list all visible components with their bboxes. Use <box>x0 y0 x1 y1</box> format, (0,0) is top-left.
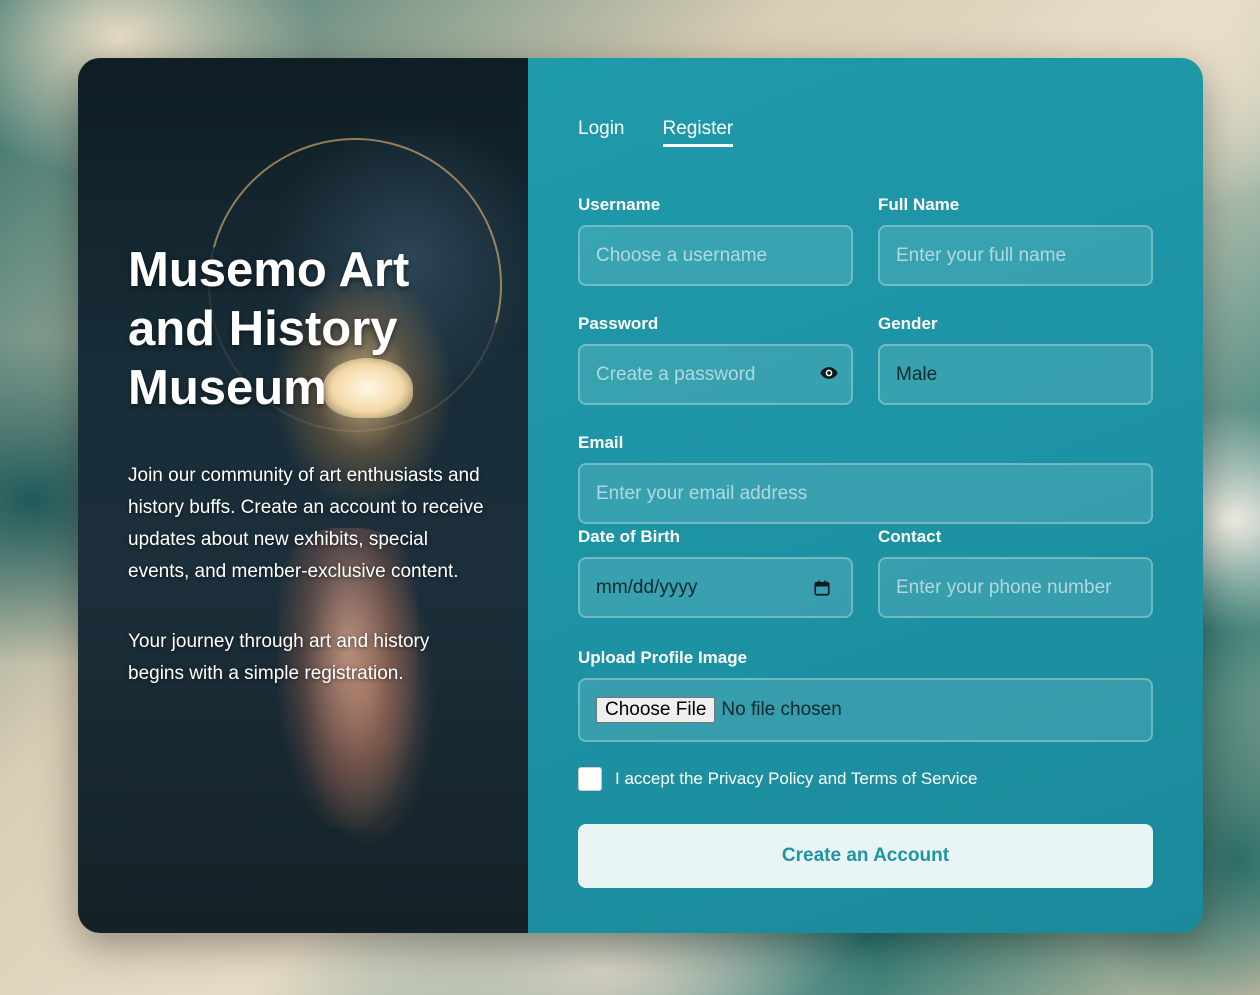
username-input[interactable]: Choose a username <box>578 225 853 286</box>
gender-label: Gender <box>878 314 938 333</box>
username-placeholder: Choose a username <box>596 244 768 266</box>
email-placeholder: Enter your email address <box>596 482 808 504</box>
contact-placeholder: Enter your phone number <box>896 576 1112 598</box>
email-label: Email <box>578 433 624 452</box>
email-input[interactable]: Enter your email address <box>578 463 1153 524</box>
tab-login[interactable]: Login <box>578 118 625 147</box>
dob-input[interactable]: mm/dd/yyyy <box>578 557 853 618</box>
gender-value: Male <box>896 363 938 385</box>
password-placeholder: Create a password <box>596 363 756 385</box>
eye-icon[interactable] <box>819 363 839 383</box>
registration-card: Musemo Art and History Museum Join our c… <box>78 58 1203 933</box>
fullname-label: Full Name <box>878 195 960 214</box>
gender-select[interactable]: Male <box>878 344 1153 405</box>
contact-input[interactable]: Enter your phone number <box>878 557 1153 618</box>
contact-label: Contact <box>878 527 942 546</box>
terms-label: I accept the Privacy Policy and Terms of… <box>615 769 978 788</box>
calendar-icon[interactable] <box>813 579 831 597</box>
museum-intro: Join our community of art enthusiasts an… <box>128 465 484 582</box>
hero-text-block: Musemo Art and History Museum Join our c… <box>128 241 488 728</box>
register-form-panel: Login Register Username Choose a usernam… <box>528 58 1203 933</box>
username-label: Username <box>578 195 661 214</box>
dob-placeholder: mm/dd/yyyy <box>596 576 698 598</box>
upload-label: Upload Profile Image <box>578 648 748 667</box>
password-label: Password <box>578 314 659 333</box>
auth-tabs: Login Register <box>578 118 734 147</box>
choose-file-button[interactable]: Choose File <box>596 697 716 723</box>
create-account-button[interactable]: Create an Account <box>578 824 1153 888</box>
fullname-input[interactable]: Enter your full name <box>878 225 1153 286</box>
tab-register[interactable]: Register <box>662 118 734 147</box>
terms-checkbox[interactable] <box>578 767 602 791</box>
museum-journey-text: Your journey through art and history beg… <box>128 631 430 684</box>
upload-field[interactable]: Choose File No file chosen <box>578 678 1153 742</box>
password-input[interactable]: Create a password <box>578 344 853 405</box>
dob-label: Date of Birth <box>578 527 680 546</box>
museum-hero-panel: Musemo Art and History Museum Join our c… <box>78 58 556 933</box>
fullname-placeholder: Enter your full name <box>896 244 1067 266</box>
museum-title: Musemo Art and History Museum <box>128 243 410 415</box>
upload-status: No file chosen <box>721 699 842 720</box>
